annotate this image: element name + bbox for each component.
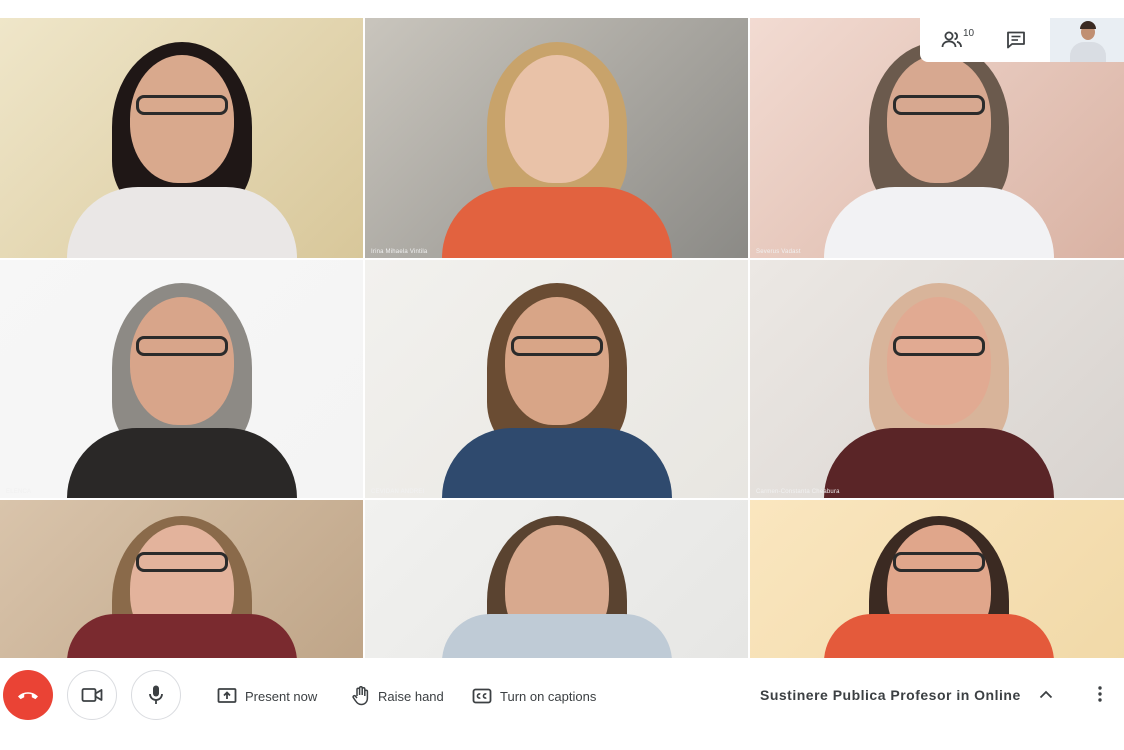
participant-name: Irina Mihaela Vintila [371, 249, 428, 255]
participant-tile[interactable]: Carmen-Constanta Cheabura [750, 260, 1124, 498]
camera-icon [81, 688, 103, 702]
participant-video [824, 279, 1054, 498]
participant-tile[interactable]: Irina Mihaela Vintila [365, 18, 748, 258]
participant-video [824, 513, 1054, 662]
participant-tile[interactable]: ELENCA [0, 260, 363, 498]
people-icon [941, 31, 962, 48]
present-now-button[interactable]: Present now [217, 685, 317, 707]
raise-hand-button[interactable]: Raise hand [352, 685, 444, 707]
self-view-thumbnail[interactable] [1050, 18, 1124, 62]
participant-name: CEVIDAN ANDREI [371, 489, 425, 495]
participant-name: ELENCA [6, 489, 32, 495]
captions-label: Turn on captions [500, 688, 597, 704]
meeting-title: Sustinere Publica Profesor in Online [760, 687, 1021, 703]
microphone-toggle-button[interactable] [131, 670, 181, 720]
captions-icon [472, 688, 492, 704]
captions-button[interactable]: Turn on captions [472, 685, 596, 707]
participant-count: 10 [963, 28, 975, 39]
participant-grid: Irina Mihaela Vintila Severus Vadast ELE… [0, 18, 1124, 662]
video-call-window: Irina Mihaela Vintila Severus Vadast ELE… [0, 0, 1124, 750]
participant-video [66, 37, 297, 258]
show-everyone-button[interactable]: 10 [932, 26, 975, 54]
participant-tile[interactable] [750, 500, 1124, 662]
top-controls-panel: 10 [920, 18, 1050, 62]
raise-hand-label: Raise hand [378, 688, 444, 704]
participant-tile[interactable] [0, 18, 363, 258]
chat-icon [1007, 31, 1025, 49]
participant-video [66, 279, 297, 498]
participant-video [66, 513, 297, 662]
chat-button[interactable] [996, 26, 1036, 54]
participant-video [824, 37, 1054, 258]
hand-icon [352, 686, 369, 706]
more-vertical-icon [1098, 686, 1102, 702]
camera-toggle-button[interactable] [67, 670, 117, 720]
participant-video [441, 513, 672, 662]
meeting-details-button[interactable] [1036, 684, 1056, 704]
participant-video [441, 37, 672, 258]
participant-name: Severus Vadast [756, 249, 801, 255]
hang-up-icon [18, 692, 38, 700]
bottom-control-bar: Present now Raise hand Turn on captions … [0, 658, 1124, 750]
participant-tile[interactable] [0, 500, 363, 662]
participant-tile[interactable]: CEVIDAN ANDREI [365, 260, 748, 498]
participant-tile[interactable] [365, 500, 748, 662]
participant-name: Carmen-Constanta Cheabura [756, 489, 840, 495]
present-screen-icon [217, 688, 237, 703]
microphone-icon [149, 685, 163, 704]
leave-call-button[interactable] [3, 670, 53, 720]
more-options-button[interactable] [1090, 684, 1110, 704]
present-now-label: Present now [245, 688, 318, 704]
chevron-up-icon [1039, 690, 1053, 698]
participant-video [441, 279, 672, 498]
